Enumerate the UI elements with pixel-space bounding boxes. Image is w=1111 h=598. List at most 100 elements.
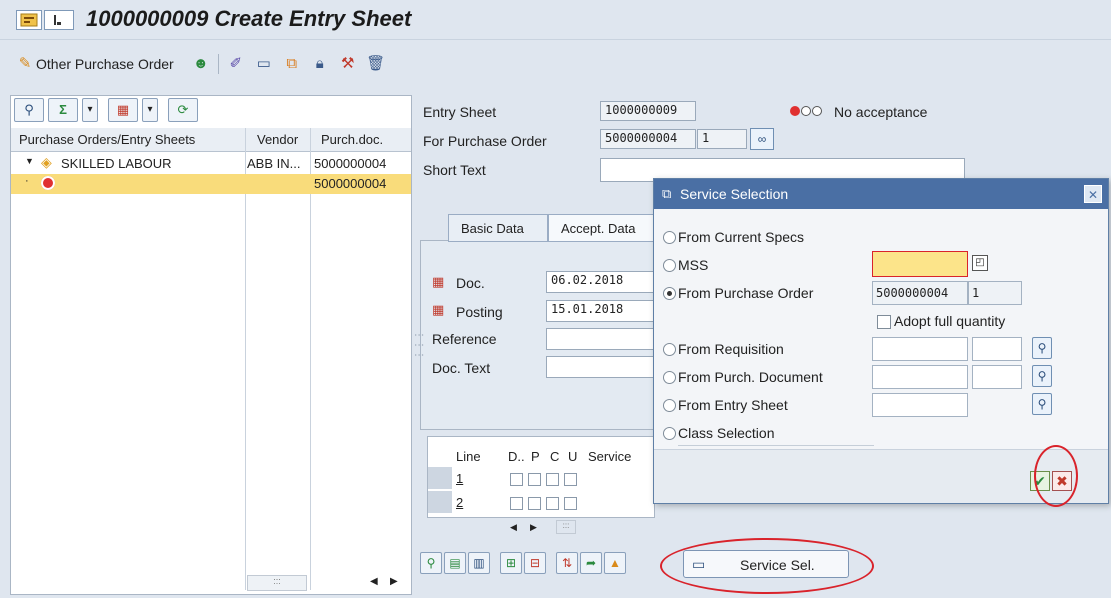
splitter-handle[interactable]: ⋮⋮⋮ (413, 330, 424, 360)
purchdoc-cell-selected[interactable]: 5000000004 (247, 174, 411, 194)
option-from-current-specs-label[interactable]: From Current Specs (678, 229, 804, 245)
dialog-title-bar[interactable]: ⧉ Service Selection (654, 179, 1108, 209)
binoculars-icon[interactable]: ⚲ (1032, 393, 1052, 415)
binoculars-icon[interactable]: ⚲ (1032, 365, 1052, 387)
horizontal-scrollbar[interactable]: ::: (247, 575, 307, 591)
people-icon[interactable]: ☻ (190, 53, 212, 75)
sum-icon[interactable]: Σ (48, 98, 78, 122)
sum-dropdown-icon[interactable]: ▾ (82, 98, 98, 122)
line-number[interactable]: 1 (456, 471, 463, 486)
tools-icon[interactable]: ⚒ (337, 53, 359, 75)
column-header-line[interactable]: Line (456, 449, 481, 464)
radio-from-purchase-order[interactable] (663, 287, 676, 300)
column-header-d[interactable]: D.. (508, 449, 525, 464)
column-header-vendor[interactable]: Vendor (257, 132, 298, 147)
po-field[interactable]: 5000000004 (872, 281, 968, 305)
delete-line-icon[interactable]: ⊟ (524, 552, 546, 574)
chart-icon[interactable]: ▲ (604, 552, 626, 574)
display-glasses-icon[interactable]: ∞ (750, 128, 774, 150)
tree-column-header: Purchase Orders/Entry Sheets Vendor Purc… (11, 128, 411, 152)
column-header-c[interactable]: C (550, 449, 559, 464)
requisition-field[interactable] (872, 337, 968, 361)
layout-icon[interactable]: ▦ (108, 98, 138, 122)
po-item-field[interactable]: 1 (968, 281, 1022, 305)
reference-field[interactable] (546, 328, 654, 350)
adopt-full-quantity-checkbox[interactable] (877, 315, 891, 329)
option-from-purch-document-label[interactable]: From Purch. Document (678, 369, 823, 385)
deselect-all-icon[interactable]: ▥ (468, 552, 490, 574)
checkbox-u[interactable] (564, 473, 577, 486)
checkbox-c[interactable] (546, 473, 559, 486)
insert-line-icon[interactable]: ⊞ (500, 552, 522, 574)
scroll-left-icon[interactable]: ◀ (510, 522, 517, 533)
checkbox-u[interactable] (564, 497, 577, 510)
refresh-icon[interactable]: ⟳ (168, 98, 198, 122)
tree-row-selected[interactable]: · (11, 174, 247, 194)
select-all-icon[interactable]: ▤ (444, 552, 466, 574)
column-header-purchdoc[interactable]: Purch.doc. (321, 132, 383, 147)
sort-icon[interactable]: ⇅ (556, 552, 578, 574)
posting-date-field[interactable]: 15.01.2018 (546, 300, 654, 322)
doc-text-field[interactable] (546, 356, 654, 378)
other-po-button[interactable]: Other Purchase Order (36, 56, 174, 72)
checkbox-p[interactable] (528, 497, 541, 510)
option-from-requisition-label[interactable]: From Requisition (678, 341, 784, 357)
mss-field[interactable] (872, 251, 968, 277)
transfer-icon[interactable]: ➦ (580, 552, 602, 574)
purch-document-item-field[interactable] (972, 365, 1022, 389)
value-help-icon[interactable]: ◰ (972, 255, 988, 271)
for-po-field[interactable]: 5000000004 (600, 129, 696, 149)
annotation-circle (1034, 445, 1078, 507)
checkbox-d[interactable] (510, 473, 523, 486)
radio-mss[interactable] (663, 259, 676, 272)
column-header-u[interactable]: U (568, 449, 577, 464)
purch-document-field[interactable] (872, 365, 968, 389)
column-divider (245, 128, 246, 590)
row-selector[interactable] (428, 491, 452, 513)
adopt-full-quantity-label[interactable]: Adopt full quantity (894, 313, 1005, 329)
requisition-item-field[interactable] (972, 337, 1022, 361)
dialog-divider (678, 445, 874, 446)
scroll-right-icon[interactable]: ▶ (390, 576, 398, 587)
tab-basic-data[interactable]: Basic Data (448, 214, 548, 242)
row-selector[interactable] (428, 467, 452, 489)
doc-date-field[interactable]: 06.02.2018 (546, 271, 654, 293)
option-from-entry-sheet-label[interactable]: From Entry Sheet (678, 397, 788, 413)
option-mss-label[interactable]: MSS (678, 257, 708, 273)
column-header-service[interactable]: Service (588, 449, 631, 464)
edit-glasses-icon[interactable]: ✐ (225, 53, 247, 75)
radio-from-purch-document[interactable] (663, 371, 676, 384)
checkbox-c[interactable] (546, 497, 559, 510)
for-po-item-field[interactable]: 1 (697, 129, 747, 149)
table-scrollbar[interactable]: ::: (556, 520, 576, 534)
lock-icon[interactable]: 🔒︎ (309, 53, 331, 75)
option-class-selection-label[interactable]: Class Selection (678, 425, 775, 441)
scroll-right-icon[interactable]: ▶ (530, 522, 537, 533)
tree-row[interactable]: ▼ ◈ SKILLED LABOUR ABB IN... 5000000004 (11, 154, 411, 174)
binoculars-icon[interactable]: ⚲ (1032, 337, 1052, 359)
expand-arrow-icon[interactable]: ▼ (25, 156, 34, 166)
checkbox-d[interactable] (510, 497, 523, 510)
tab-accept-data[interactable]: Accept. Data (548, 214, 656, 242)
radio-from-requisition[interactable] (663, 343, 676, 356)
system-menu-icon[interactable] (16, 10, 42, 30)
delete-icon[interactable]: 🗑︎ (365, 53, 387, 75)
find-binoculars-icon[interactable]: ⚲ (14, 98, 44, 122)
column-header-p[interactable]: P (531, 449, 540, 464)
copy-icon[interactable]: ⧉ (281, 53, 303, 75)
title-dropdown-icon[interactable] (44, 10, 74, 30)
dialog-close-icon[interactable]: ✕ (1084, 185, 1102, 203)
layout-dropdown-icon[interactable]: ▾ (142, 98, 158, 122)
scroll-left-icon[interactable]: ◀ (370, 576, 378, 587)
column-header-po[interactable]: Purchase Orders/Entry Sheets (19, 132, 195, 147)
radio-class-selection[interactable] (663, 427, 676, 440)
new-doc-icon[interactable]: ▭ (253, 53, 275, 75)
entry-sheet-field[interactable] (872, 393, 968, 417)
radio-from-entry-sheet[interactable] (663, 399, 676, 412)
line-number[interactable]: 2 (456, 495, 463, 510)
option-from-purchase-order-label[interactable]: From Purchase Order (678, 285, 813, 301)
radio-from-current-specs[interactable] (663, 231, 676, 244)
details-icon[interactable]: ⚲ (420, 552, 442, 574)
entry-sheet-field[interactable]: 1000000009 (600, 101, 696, 121)
checkbox-p[interactable] (528, 473, 541, 486)
